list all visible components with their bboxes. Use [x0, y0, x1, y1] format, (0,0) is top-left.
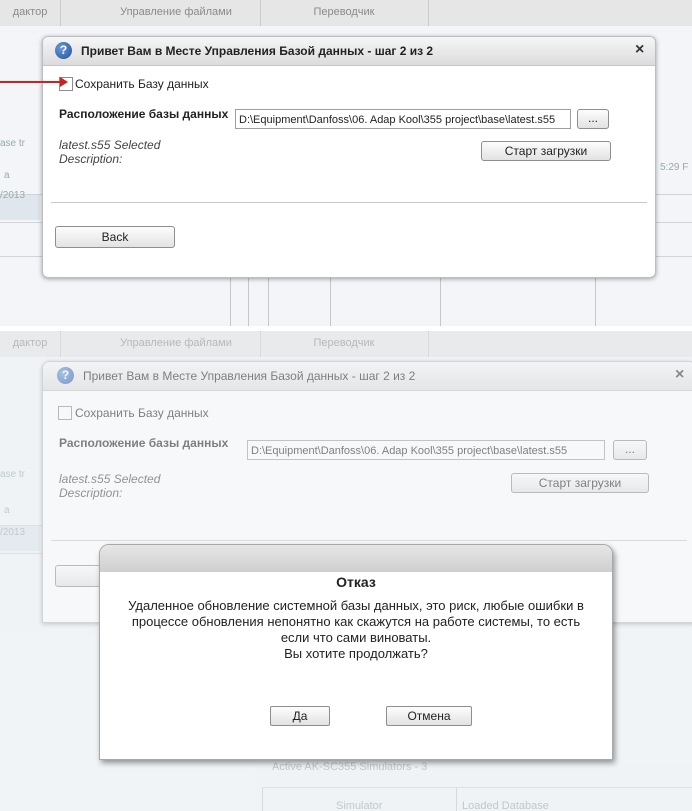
- app-tab-bar: дактор Управление файлами Переводчик: [0, 331, 692, 358]
- bg-table-header: Simulator: [336, 800, 383, 811]
- tab-file-management[interactable]: Управление файлами: [92, 0, 261, 26]
- path-field[interactable]: D:\Equipment\Danfoss\06. Adap Kool\355 p…: [235, 109, 571, 129]
- dialog-title: Привет Вам в Месте Управления Базой данн…: [83, 369, 416, 383]
- tab-editor[interactable]: дактор: [0, 0, 61, 26]
- yes-button[interactable]: Да: [270, 706, 330, 726]
- selected-file-text: latest.s55 Selected: [59, 472, 161, 486]
- confirm-message-line: если что сами виноваты.: [280, 630, 432, 645]
- bg-col-line: [595, 276, 596, 326]
- bg-section-title: Active AK-SC355 Simulators - 3: [272, 761, 428, 773]
- bg-col-line: [330, 276, 331, 326]
- confirm-message-line: Вы хотите продолжать?: [284, 646, 428, 661]
- bg-left-label: ase tr: [0, 469, 26, 480]
- tab-translator[interactable]: Переводчик: [260, 0, 429, 26]
- bg-left-label: /2013: [0, 527, 26, 538]
- save-db-checkbox[interactable]: [58, 406, 72, 420]
- confirm-message: Удаленное обновление системной базы данн…: [114, 598, 598, 662]
- start-upload-button[interactable]: Старт загрузки: [511, 473, 649, 493]
- top-panel: дактор Управление файлами Переводчик ase…: [0, 0, 692, 326]
- start-upload-button[interactable]: Старт загрузки: [481, 141, 611, 161]
- confirm-header: [100, 545, 612, 572]
- confirm-dialog: Отказ Удаленное обновление системной баз…: [99, 544, 613, 760]
- bg-time: 5:29 F: [660, 162, 689, 173]
- selected-file-text: latest.s55 Selected: [59, 138, 161, 152]
- bg-col-line: [262, 787, 263, 811]
- browse-button[interactable]: ...: [613, 440, 647, 460]
- bg-col-line: [440, 276, 441, 326]
- dialog-title: Привет Вам в Месте Управления Базой данн…: [81, 44, 434, 58]
- bg-table-header: Loaded Database: [462, 800, 549, 811]
- confirm-title: Отказ: [336, 574, 376, 590]
- tab-editor[interactable]: дактор: [0, 331, 61, 357]
- dialog-divider: [51, 202, 647, 203]
- wizard-dialog: ? Привет Вам в Месте Управления Базой да…: [42, 36, 656, 278]
- bg-col-line: [456, 787, 457, 811]
- help-icon[interactable]: ?: [55, 42, 72, 59]
- description-label: Description:: [59, 486, 123, 500]
- save-db-label: Сохранить Базу данных: [75, 406, 209, 420]
- dialog-divider: [51, 540, 687, 541]
- dialog-header: ? Привет Вам в Месте Управления Базой да…: [43, 362, 692, 391]
- path-field[interactable]: D:\Equipment\Danfoss\06. Adap Kool\355 p…: [247, 440, 605, 460]
- app-tab-bar: дактор Управление файлами Переводчик: [0, 0, 692, 27]
- close-icon[interactable]: ×: [635, 41, 644, 59]
- description-label: Description:: [59, 152, 123, 166]
- bg-col-line: [230, 276, 231, 326]
- location-label: Расположение базы данных: [59, 107, 229, 121]
- bg-left-label: ase tr: [0, 138, 26, 149]
- back-button[interactable]: Back: [55, 226, 175, 248]
- location-label: Расположение базы данных: [59, 436, 229, 450]
- save-db-label: Сохранить Базу данных: [75, 77, 209, 91]
- cancel-button[interactable]: Отмена: [386, 706, 472, 726]
- bg-left-label: a: [4, 170, 10, 181]
- annotation-arrow-head: [60, 77, 68, 87]
- close-icon[interactable]: ×: [675, 366, 684, 384]
- bg-left-label: /2013: [0, 190, 26, 201]
- bg-col-line: [268, 276, 269, 326]
- tab-file-management[interactable]: Управление файлами: [92, 331, 261, 357]
- help-icon[interactable]: ?: [57, 367, 74, 384]
- bg-col-line: [248, 276, 249, 326]
- bg-row-line: [262, 787, 692, 788]
- dialog-header: ? Привет Вам в Месте Управления Базой да…: [43, 37, 655, 66]
- annotation-arrow: [0, 81, 62, 83]
- confirm-message-line: Удаленное обновление системной базы данн…: [128, 598, 584, 613]
- browse-button[interactable]: ...: [577, 109, 609, 129]
- tab-translator[interactable]: Переводчик: [260, 331, 429, 357]
- confirm-message-line: процессе обновления непонятно как скажут…: [131, 614, 581, 629]
- bg-left-label: a: [4, 505, 10, 516]
